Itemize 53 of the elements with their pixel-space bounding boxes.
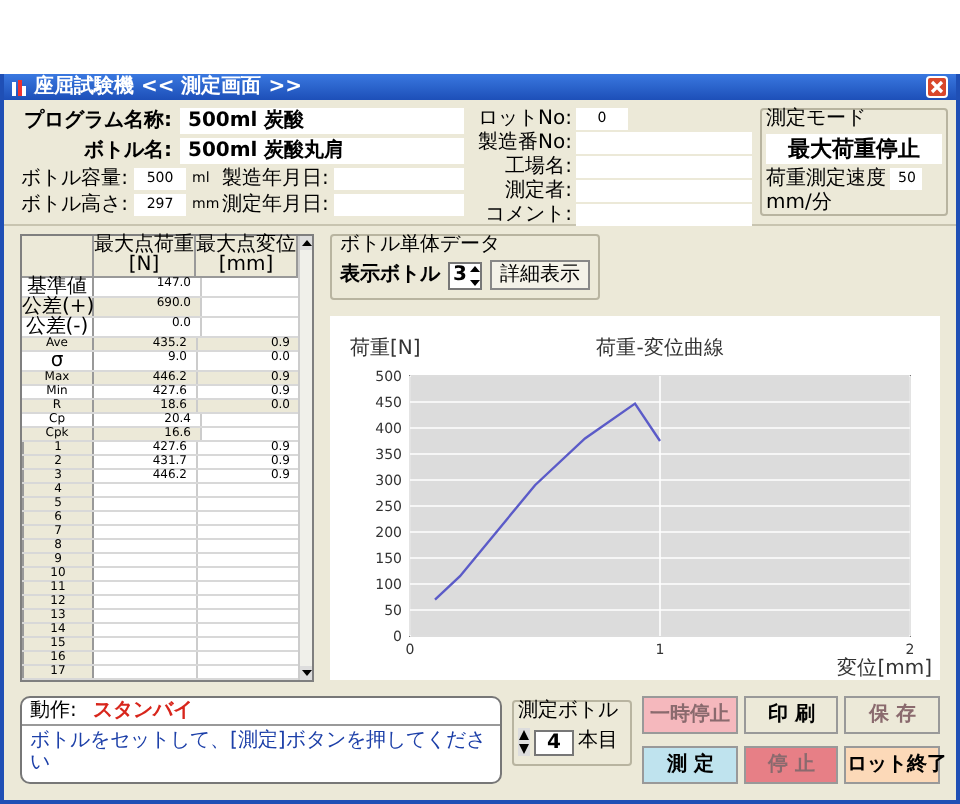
- field-label: 動作:: [30, 701, 77, 721]
- detail-button[interactable]: 詳細表示: [490, 260, 590, 290]
- column-header: 最大点変位[mm]: [196, 236, 298, 276]
- field-label: ボトル名:: [82, 141, 172, 161]
- text-field[interactable]: [334, 194, 464, 216]
- status-value: スタンバイ: [92, 701, 193, 721]
- text-field[interactable]: [576, 156, 752, 178]
- action-button[interactable]: ロット終了: [844, 746, 940, 784]
- row-header: 公差(-): [22, 318, 94, 336]
- field-label: 測定者:: [503, 181, 572, 201]
- action-button[interactable]: 印 刷: [743, 696, 839, 734]
- field-label: ボトル高さ:: [19, 195, 128, 215]
- text-field[interactable]: [334, 168, 464, 190]
- column-header: 最大点荷重[N]: [94, 236, 196, 276]
- field-label: コメント:: [483, 205, 572, 225]
- field-label: ボトル容量:: [19, 169, 128, 189]
- field-label: 測定年月日:: [222, 195, 329, 215]
- mode-display: 最大荷重停止: [766, 134, 942, 164]
- scrollbar[interactable]: [298, 236, 312, 680]
- field-label: プログラム名称:: [22, 111, 172, 131]
- x-axis-title: 変位[mm]: [837, 658, 932, 680]
- bottle-number-field[interactable]: 4: [533, 729, 574, 755]
- window-title: 座屈試験機 << 測定画面 >>: [34, 77, 302, 97]
- field-label: 製造番No:: [476, 133, 572, 153]
- field-label: 工場名:: [503, 157, 572, 177]
- close-icon: [930, 80, 944, 94]
- up-arrow-icon: [301, 240, 311, 246]
- y-axis-title: 荷重[N]: [350, 338, 421, 360]
- group-legend: 測定モード: [766, 110, 942, 130]
- spin-arrows-icon: [470, 263, 480, 287]
- bottle-name-field[interactable]: 500ml 炭酸丸肩: [180, 138, 464, 164]
- bottle-spinner[interactable]: 3: [448, 261, 482, 289]
- close-button[interactable]: [926, 76, 948, 98]
- field-label: 製造年月日:: [222, 169, 329, 189]
- app-icon: [12, 79, 26, 95]
- unit-label: 本目: [577, 732, 618, 752]
- field-label: ロットNo:: [476, 109, 572, 129]
- group-legend: 測定ボトル: [517, 702, 627, 722]
- text-field[interactable]: [576, 180, 752, 202]
- status-message: ボトルをセットして、[測定]ボタンを押してください: [28, 727, 488, 774]
- unit-label: mm/分: [766, 194, 832, 214]
- group-legend: ボトル単体データ: [340, 236, 590, 256]
- field-label: 表示ボトル: [340, 265, 440, 285]
- program-name-field[interactable]: 500ml 炭酸: [180, 108, 464, 134]
- row-header: 公差(+): [22, 298, 94, 316]
- action-button[interactable]: 測 定: [642, 746, 738, 784]
- chart-title: 荷重-変位曲線: [596, 338, 724, 360]
- text-field[interactable]: [576, 132, 752, 154]
- text-field[interactable]: [576, 204, 752, 226]
- down-arrow-icon: [301, 670, 311, 676]
- field-label: 荷重測定速度: [766, 169, 886, 189]
- row-header: 基準値: [22, 278, 94, 296]
- spin-arrows-icon[interactable]: [517, 728, 530, 756]
